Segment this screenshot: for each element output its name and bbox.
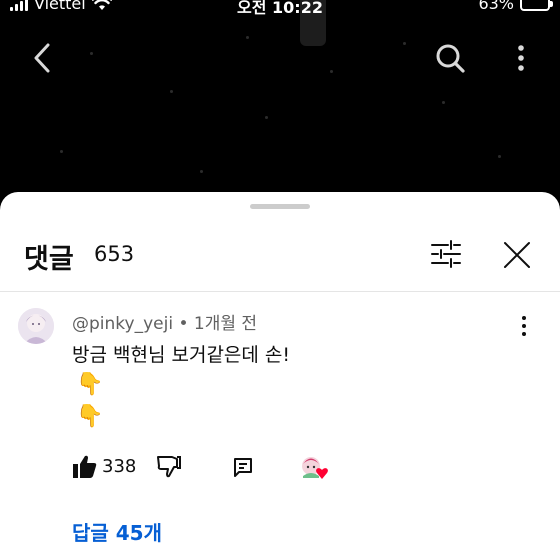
comments-title: 댓글 xyxy=(24,244,74,275)
comment-meta: @pinky_yeji • 1개월 전 xyxy=(72,309,257,334)
comment-text: 방금 백현님 보거같은데 손! xyxy=(72,344,291,366)
comment-time: 1개월 전 xyxy=(193,314,258,334)
more-options-button[interactable] xyxy=(503,40,539,76)
clock: 오전 10:22 xyxy=(237,0,323,17)
sort-filter-button[interactable] xyxy=(430,240,462,268)
battery-percent: 63% xyxy=(478,0,514,13)
background-speck xyxy=(200,170,203,173)
more-vertical-icon xyxy=(518,45,524,71)
avatar[interactable] xyxy=(18,308,54,344)
close-icon xyxy=(504,242,530,268)
background-speck xyxy=(265,116,268,119)
like-button[interactable] xyxy=(72,454,98,480)
search-button[interactable] xyxy=(432,40,468,76)
comment-author[interactable]: @pinky_yeji xyxy=(72,314,173,334)
video-area[interactable] xyxy=(0,0,560,200)
battery-group: 63% xyxy=(478,0,553,13)
creator-heart-badge xyxy=(300,454,330,484)
sliders-icon xyxy=(431,240,461,268)
background-speck xyxy=(403,42,406,45)
more-vertical-icon xyxy=(522,316,526,336)
close-comments-button[interactable] xyxy=(502,240,534,270)
avatar-image xyxy=(18,308,54,344)
background-speck xyxy=(246,36,249,39)
dislike-button[interactable] xyxy=(156,454,182,480)
background-speck xyxy=(170,90,173,93)
pointing-down-emoji: 👇 xyxy=(76,404,104,429)
reply-button[interactable] xyxy=(232,456,254,478)
header-divider xyxy=(0,291,560,292)
comment-more-button[interactable] xyxy=(514,314,534,338)
background-speck xyxy=(330,70,333,73)
status-bar: Viettel 오전 10:22 63% xyxy=(0,0,560,17)
chevron-left-icon xyxy=(34,43,50,73)
comment-icon xyxy=(234,458,252,477)
comment-actions: 338 xyxy=(72,454,542,480)
background-speck xyxy=(442,101,445,104)
background-speck xyxy=(90,52,93,55)
comments-count: 653 xyxy=(94,242,135,266)
pointing-down-emoji: 👇 xyxy=(76,372,104,397)
comments-sheet: 댓글 653 @pinky_yeji • 1개월 전 방금 백현님 보거같은데 … xyxy=(0,192,560,560)
thumbs-up-icon xyxy=(73,455,97,478)
drag-handle[interactable] xyxy=(250,204,310,209)
search-icon xyxy=(436,44,465,73)
battery-icon xyxy=(520,0,553,11)
thumbs-down-icon xyxy=(157,456,181,478)
creator-heart-icon xyxy=(302,457,328,479)
background-speck xyxy=(60,150,63,153)
view-replies-button[interactable]: 답글 45개 xyxy=(72,517,162,546)
background-speck xyxy=(498,155,501,158)
meta-separator: • xyxy=(178,314,189,334)
back-button[interactable] xyxy=(24,40,60,76)
like-count: 338 xyxy=(102,456,137,477)
